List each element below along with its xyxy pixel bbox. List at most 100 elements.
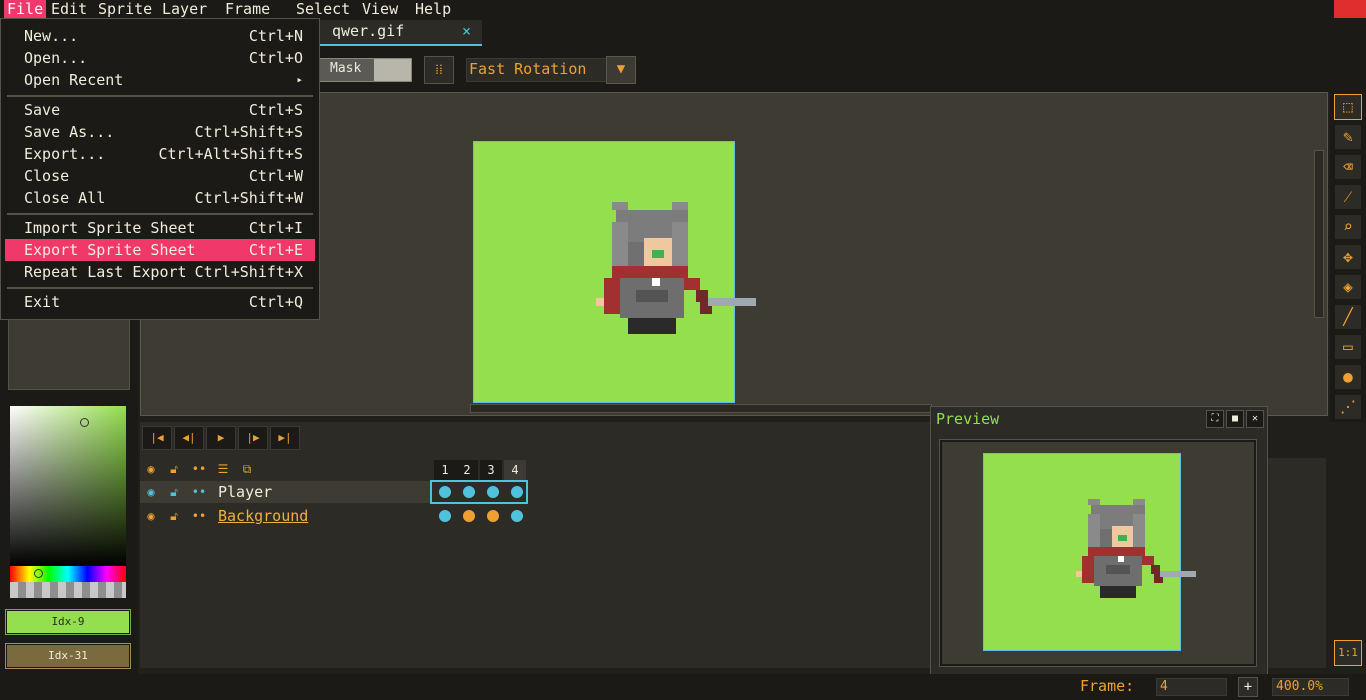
background-color-button[interactable]: Idx-31 [5,643,131,669]
close-icon[interactable]: × [462,22,471,40]
lock-icon[interactable]: 🔓︎ [163,458,185,480]
line-icon[interactable]: ╱ [1334,304,1362,330]
onion-skin-icon[interactable]: ⧉ [236,458,258,480]
sprite-pixel [1118,535,1127,541]
sprite-pixel [1076,571,1082,577]
menu-help[interactable]: Help [412,0,454,18]
cel[interactable] [506,505,528,527]
sprite-pixel [628,318,676,334]
lock-icon[interactable]: 🔓︎ [163,505,185,527]
frame-label: Frame: [1080,677,1135,695]
sprite-pixel [612,266,688,278]
color-spectrum[interactable] [10,406,126,566]
menu-select[interactable]: Select [293,0,353,18]
menu-item-exit[interactable]: Exit Ctrl+Q [5,291,315,313]
sprite-pixel [1106,565,1130,574]
app-logo-icon [1334,0,1366,18]
zoom-input[interactable]: 400.0% [1272,678,1349,696]
cel-selection [430,480,528,504]
file-menu: New... Ctrl+N Open... Ctrl+O Open Recent ▸ … [0,18,320,320]
continuous-icon[interactable]: •• [188,458,210,480]
menu-item-repeat-last-export[interactable]: Repeat Last Export Ctrl+Shift+X [5,261,315,283]
eyedropper-icon[interactable]: ⁄ [1334,184,1362,210]
menu-item-open[interactable]: Open... Ctrl+O [5,47,315,69]
chevron-down-icon[interactable]: ▼ [606,56,636,84]
pencil-icon[interactable]: ✎ [1334,124,1362,150]
menu-item-save[interactable]: Save Ctrl+S [5,99,315,121]
vertical-scrollbar[interactable] [1314,150,1324,318]
zoom-icon[interactable]: ⌕ [1334,214,1362,240]
move-icon[interactable]: ✥ [1334,244,1362,270]
sprite-pixel [596,298,604,306]
menu-frame[interactable]: Frame [222,0,273,18]
menu-view[interactable]: View [359,0,401,18]
sprite-pixel [1160,571,1196,577]
eye-icon[interactable]: ◉ [140,505,162,527]
sprite-pixel [1100,586,1136,598]
sprite-pixel [672,202,688,210]
spray-icon[interactable]: ⋰ [1334,394,1362,420]
sprite-pixel [604,290,620,314]
last-frame-icon[interactable]: ▶| [270,426,300,450]
menu-item-open-recent[interactable]: Open Recent ▸ [5,69,315,91]
sprite-pixel [636,290,668,302]
spectrum-handle[interactable] [80,418,89,427]
menu-bar: File Edit Sprite Layer Frame Select View… [0,0,1366,18]
layer-settings-icon[interactable]: ☰ [212,458,234,480]
menu-item-export[interactable]: Export... Ctrl+Alt+Shift+S [5,143,315,165]
frame-header-1[interactable]: 1 [434,460,456,480]
menu-sprite[interactable]: Sprite [95,0,155,18]
continuous-icon[interactable]: •• [188,481,210,503]
menu-item-close[interactable]: Close Ctrl+W [5,165,315,187]
knight-sprite [474,142,756,402]
first-frame-icon[interactable]: |◀ [142,426,172,450]
close-icon[interactable]: ✕ [1246,410,1264,428]
hue-slider[interactable] [10,566,126,582]
menu-item-new[interactable]: New... Ctrl+N [5,25,315,47]
menu-item-close-all[interactable]: Close All Ctrl+Shift+W [5,187,315,209]
tab-label: qwer.gif [332,22,405,40]
eye-icon[interactable]: ◉ [140,458,162,480]
alpha-slider[interactable] [10,582,126,598]
new-frame-button[interactable]: + [1238,677,1258,697]
menu-file[interactable]: File [4,0,47,18]
fullscreen-icon[interactable]: ⛶ [1206,410,1224,428]
linked-cel[interactable] [458,505,480,527]
horizontal-scrollbar[interactable] [470,404,932,413]
fill-icon[interactable]: ◈ [1334,274,1362,300]
lock-icon[interactable]: 🔓︎ [163,481,185,503]
frame-input[interactable]: 4 [1156,678,1227,696]
foreground-color-button[interactable]: Idx-9 [5,609,131,635]
menu-layer[interactable]: Layer [159,0,210,18]
sprite-pixel [612,202,628,210]
pivot-grid-icon[interactable]: ⁞⁞ [424,56,454,84]
hue-handle[interactable] [34,569,43,578]
sprite-pixel [1082,565,1094,583]
blur-icon[interactable]: ● [1334,364,1362,390]
menu-item-export-sprite-sheet[interactable]: Export Sprite Sheet Ctrl+E [5,239,315,261]
frame-header-2[interactable]: 2 [456,460,478,480]
sprite-pixel [1151,565,1160,574]
play-icon[interactable]: ▶ [206,426,236,450]
rotation-value: Fast Rotation [469,60,587,78]
frame-header-3[interactable]: 3 [480,460,502,480]
one-to-one-button[interactable]: 1:1 [1334,640,1362,666]
sprite-pixel [1088,547,1145,556]
menu-edit[interactable]: Edit [48,0,90,18]
eraser-icon[interactable]: ⌫ [1334,154,1362,180]
sprite-pixel [652,278,660,286]
menu-item-save-as[interactable]: Save As... Ctrl+Shift+S [5,121,315,143]
menu-item-import-sprite-sheet[interactable]: Import Sprite Sheet Ctrl+I [5,217,315,239]
layer-name-player: Player [218,483,273,501]
continuous-icon[interactable]: •• [188,505,210,527]
frame-header-4[interactable]: 4 [504,460,526,480]
marquee-icon[interactable]: ⬚ [1334,94,1362,120]
linked-cel[interactable] [482,505,504,527]
mode-icon[interactable]: ■ [1226,410,1244,428]
previous-frame-icon[interactable]: ◀| [174,426,204,450]
rectangle-icon[interactable]: ▭ [1334,334,1362,360]
next-frame-icon[interactable]: |▶ [238,426,268,450]
cel[interactable] [434,505,456,527]
eye-icon[interactable]: ◉ [140,481,162,503]
sprite-pixel [1118,556,1124,562]
